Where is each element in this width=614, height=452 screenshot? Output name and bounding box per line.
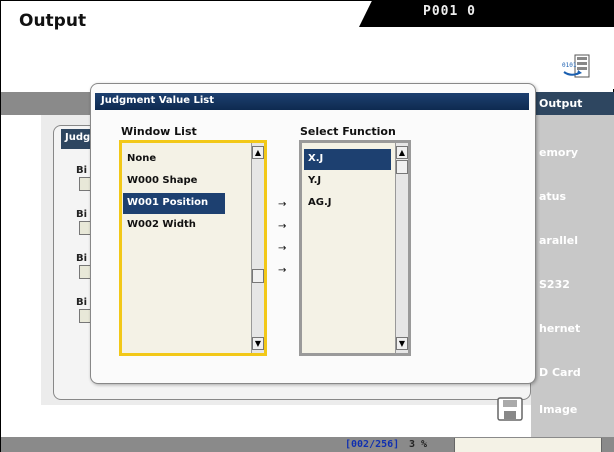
select-function-label: Select Function — [300, 125, 396, 138]
menu-item-rs232[interactable]: S232 — [531, 262, 614, 306]
right-menu: Output emory atus arallel S232 hernet D … — [531, 92, 614, 437]
list-item-y-j[interactable]: Y.J — [304, 171, 391, 192]
scene-indicator: P001 0 — [423, 4, 476, 19]
menu-item-status[interactable]: atus — [531, 174, 614, 218]
arrow-right-icon: → — [278, 221, 287, 232]
list-item-w002-width[interactable]: W002 Width — [123, 215, 250, 236]
scrollbar-thumb[interactable] — [252, 269, 264, 283]
window-list-label: Window List — [121, 125, 197, 138]
transfer-icon[interactable]: 0101 — [561, 53, 591, 81]
bit-label: Bi — [76, 165, 88, 176]
list-item-ag-j[interactable]: AG.J — [304, 193, 391, 214]
status-count: [002/256] — [345, 439, 400, 450]
select-function-list[interactable]: X.J Y.J AG.J ▲ ▼ — [299, 140, 411, 356]
page-title: Output — [19, 11, 87, 31]
header: Output P001 0 0101 — [1, 1, 614, 89]
list-item-w000-shape[interactable]: W000 Shape — [123, 171, 250, 192]
list-item-x-j[interactable]: X.J — [304, 149, 391, 170]
menu-item-sd-card[interactable]: D Card — [531, 350, 614, 394]
bit-label: Bi — [76, 209, 88, 220]
list-item-w001-position[interactable]: W001 Position — [123, 193, 225, 214]
status-field — [454, 438, 602, 452]
scroll-up-icon[interactable]: ▲ — [252, 146, 264, 159]
status-percent: 3 % — [409, 439, 428, 450]
menu-item-image[interactable]: Image — [531, 397, 577, 421]
floppy-disk-icon[interactable] — [497, 397, 523, 421]
scrollbar-thumb[interactable] — [396, 160, 408, 174]
menu-item-parallel[interactable]: arallel — [531, 218, 614, 262]
app-window: Output P001 0 0101 Output emory atus ara… — [0, 0, 614, 452]
scroll-up-icon[interactable]: ▲ — [396, 146, 408, 159]
arrow-right-icon: → — [278, 265, 287, 276]
bit-label: Bi — [76, 253, 88, 264]
dialog-title: Judgment Value List — [95, 93, 529, 110]
arrow-right-icon: → — [278, 199, 287, 210]
svg-text:0101: 0101 — [562, 62, 577, 69]
arrow-right-icon: → — [278, 243, 287, 254]
menu-item-memory[interactable]: emory — [531, 130, 614, 174]
window-list-scrollbar[interactable]: ▲ ▼ — [251, 143, 264, 353]
scroll-down-icon[interactable]: ▼ — [396, 337, 408, 350]
bit-label: Bi — [76, 297, 88, 308]
header-tab-strip — [359, 1, 614, 27]
menu-item-output[interactable]: Output — [531, 92, 614, 115]
menu-item-ethernet[interactable]: hernet — [531, 306, 614, 350]
select-function-scrollbar[interactable]: ▲ ▼ — [395, 143, 408, 353]
scroll-down-icon[interactable]: ▼ — [252, 337, 264, 350]
list-item-none[interactable]: None — [123, 149, 250, 170]
window-list[interactable]: None W000 Shape W001 Position W002 Width… — [119, 140, 267, 356]
